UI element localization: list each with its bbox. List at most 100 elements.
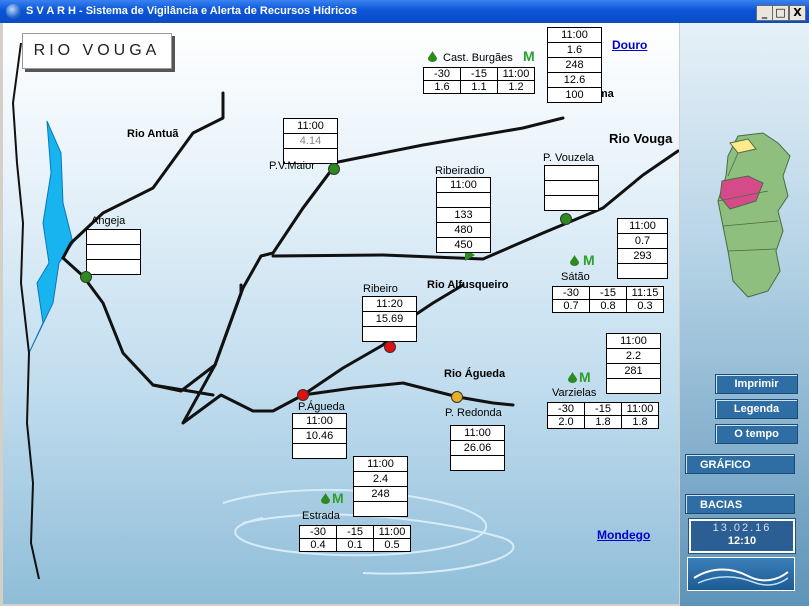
station-name-estrada: Estrada <box>302 510 340 522</box>
data-cell: 100 <box>548 87 601 102</box>
station-name-p-agueda: P.Águeda <box>298 401 345 413</box>
rio-vouga-button[interactable]: RIO VOUGA <box>22 33 172 69</box>
station-marker-angeja[interactable] <box>80 271 92 283</box>
data-cell: 1.6 <box>548 42 601 57</box>
station-marker-varzielas: M <box>579 369 591 385</box>
data-cell <box>87 259 140 274</box>
coastline <box>11 42 40 580</box>
rain-table-estrada: -30 -15 11:00 0.4 0.1 0.5 <box>299 525 411 552</box>
rain-header: -15 <box>460 67 498 81</box>
data-box-varzielas: 11:00 2.2 281 <box>606 333 661 394</box>
station-name-varzielas: Varzielas <box>552 387 597 399</box>
map-drawing <box>11 42 679 580</box>
data-cell: 26.06 <box>451 440 504 455</box>
data-cell: 133 <box>437 207 490 222</box>
legenda-button[interactable]: Legenda <box>715 399 798 419</box>
rain-header: 11:00 <box>497 67 535 81</box>
data-box-ribeiradio: 11:00 133 480 450 <box>436 177 491 253</box>
station-name-satao: Sátão <box>561 271 590 283</box>
rain-header: 11:15 <box>626 286 664 300</box>
rain-value: 0.5 <box>373 538 411 552</box>
app-icon <box>6 4 21 19</box>
rain-value: 1.6 <box>423 80 461 94</box>
wave-logo-icon <box>693 568 789 586</box>
rain-table-varzielas: -30 -15 11:00 2.0 1.8 1.8 <box>547 402 659 429</box>
water-drop-icon <box>321 493 330 504</box>
data-cell <box>545 180 598 195</box>
mondego-link[interactable]: Mondego <box>597 528 650 542</box>
data-cell: 10.46 <box>293 428 346 443</box>
data-cell: 293 <box>618 248 667 263</box>
station-marker-p-agueda[interactable] <box>297 389 309 401</box>
data-cell: 0.7 <box>618 233 667 248</box>
data-cell <box>363 326 416 341</box>
close-button[interactable]: X <box>789 5 806 21</box>
window-title: S V A R H - Sistema de Vigilância e Aler… <box>26 5 358 17</box>
rain-value: 2.0 <box>547 415 585 429</box>
station-name-p-redonda: P. Redonda <box>445 407 502 419</box>
lagoon-water <box>28 120 74 354</box>
data-cell: 11:00 <box>450 179 477 191</box>
data-cell: 248 <box>548 57 601 72</box>
rain-value: 1.1 <box>460 80 498 94</box>
station-marker-pv-maior[interactable] <box>328 163 340 175</box>
data-cell <box>451 455 504 470</box>
data-cell: 12.6 <box>548 72 601 87</box>
bacias-button[interactable]: BACIAS <box>685 494 795 514</box>
portugal-outline <box>717 132 791 298</box>
data-cell <box>87 244 140 259</box>
data-box-satao: 11:00 0.7 293 <box>617 218 668 279</box>
station-marker-ribeiro[interactable] <box>384 341 396 353</box>
imprimir-button[interactable]: Imprimir <box>715 374 798 394</box>
data-cell: 11:20 <box>376 298 403 310</box>
rain-header: -15 <box>589 286 627 300</box>
rain-value: 0.7 <box>552 299 590 313</box>
data-cell: 11:00 <box>561 29 588 41</box>
data-cell <box>354 501 407 516</box>
rain-header: 11:00 <box>373 525 411 539</box>
rain-header: -30 <box>423 67 461 81</box>
station-marker-p-vouzela[interactable] <box>560 213 572 225</box>
data-cell: 11:00 <box>620 335 647 347</box>
station-marker-p-redonda[interactable] <box>451 391 463 403</box>
data-cell <box>545 195 598 210</box>
grafico-button[interactable]: GRÁFICO <box>685 454 795 474</box>
river-label-agueda: Rio Águeda <box>444 368 506 380</box>
river-label-alfusqueiro: Rio Alfusqueiro <box>427 279 509 291</box>
rain-header: -30 <box>552 286 590 300</box>
data-box-p-vouzela <box>544 165 599 211</box>
rain-value: 1.8 <box>621 415 659 429</box>
data-box-p-redonda: 11:00 26.06 <box>450 425 505 471</box>
data-box-cast-burgaes: 11:00 1.6 248 12.6 100 <box>547 27 602 103</box>
data-cell: 11:00 <box>367 458 394 470</box>
portugal-map[interactable] <box>708 131 798 301</box>
data-cell <box>87 230 140 244</box>
rain-header: -30 <box>547 402 585 416</box>
station-marker-satao: M <box>583 252 595 268</box>
rain-header: 11:00 <box>621 402 659 416</box>
station-name-pv-maior: P.V.Maior <box>269 160 315 172</box>
rain-value: 0.4 <box>299 538 337 552</box>
rain-header: -15 <box>336 525 374 539</box>
data-cell: 11:00 <box>306 415 333 427</box>
data-cell <box>607 378 660 393</box>
sidebar: Imprimir Legenda O tempo GRÁFICO BACIAS … <box>680 23 809 606</box>
svarh-logo[interactable] <box>687 557 795 591</box>
data-cell: 15.69 <box>363 311 416 326</box>
maximize-button[interactable]: □ <box>772 5 789 21</box>
data-cell: 2.2 <box>607 348 660 363</box>
data-box-p-agueda: 11:00 10.46 <box>292 413 347 459</box>
river-label-vouga: Rio Vouga <box>609 131 673 146</box>
river-label-antua: Rio Antuã <box>127 128 179 140</box>
data-cell: 11:00 <box>297 120 324 132</box>
rain-value: 0.8 <box>589 299 627 313</box>
o-tempo-button[interactable]: O tempo <box>715 424 798 444</box>
data-box-pv-maior: 11:00 4.14 <box>283 118 338 164</box>
minimize-button[interactable]: _ <box>756 5 773 21</box>
title-bar: S V A R H - Sistema de Vigilância e Aler… <box>0 0 809 23</box>
data-box-ribeiro: 11:20 15.69 <box>362 296 417 342</box>
rain-value: 0.3 <box>626 299 664 313</box>
time-text: 12:10 <box>727 535 757 547</box>
douro-link[interactable]: Douro <box>612 38 647 52</box>
data-cell <box>545 166 598 180</box>
